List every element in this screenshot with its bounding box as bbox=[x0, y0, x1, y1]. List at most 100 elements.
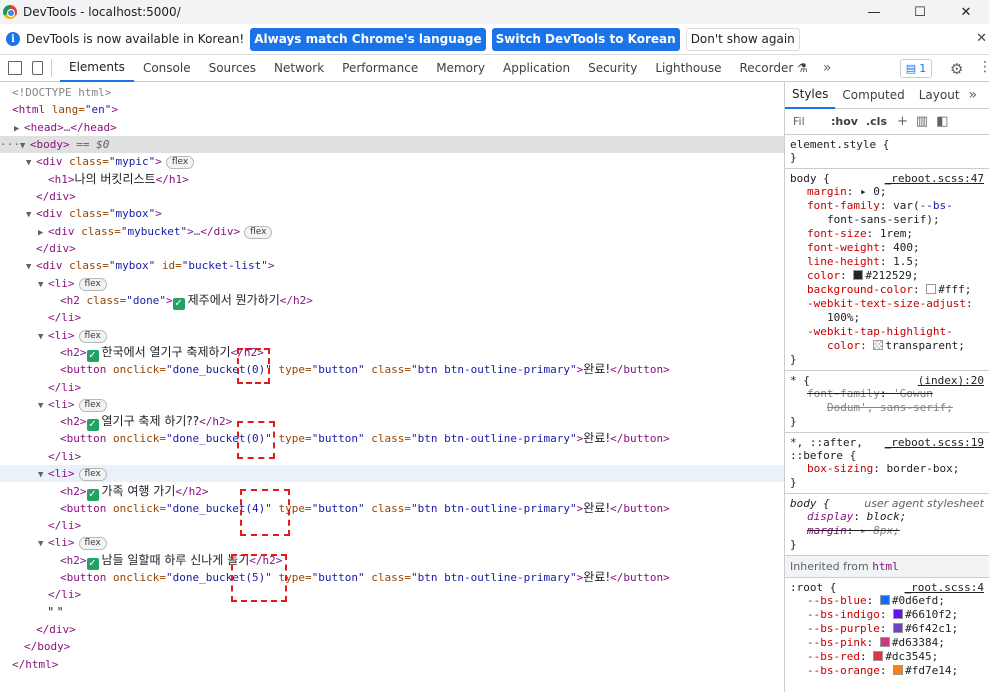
css-declaration[interactable]: font-size: 1rem; bbox=[790, 227, 989, 241]
body-reboot-rule[interactable]: body { _reboot.scss:47 margin: ▸ 0; font… bbox=[785, 169, 989, 371]
css-declaration[interactable]: -webkit-text-size-adjust: bbox=[790, 297, 989, 311]
cls-toggle[interactable]: .cls bbox=[866, 115, 887, 128]
css-declaration-overridden[interactable]: margin: ▸ 8px; bbox=[790, 524, 989, 538]
tab-console[interactable]: Console bbox=[134, 55, 200, 82]
css-declaration[interactable]: box-sizing: border-box; bbox=[790, 462, 989, 476]
tab-security[interactable]: Security bbox=[579, 55, 646, 82]
dom-line-div-close[interactable]: </div> bbox=[0, 621, 784, 638]
dom-line-button[interactable]: <button onclick="done_bucket(4)" type="b… bbox=[0, 500, 784, 517]
flex-badge[interactable]: flex bbox=[78, 330, 107, 343]
new-rule-plus-icon[interactable]: + bbox=[897, 114, 908, 129]
dom-line-body[interactable]: ···▼ <body> == $0 bbox=[0, 136, 784, 153]
color-swatch[interactable] bbox=[893, 665, 904, 675]
color-swatch[interactable] bbox=[893, 623, 904, 633]
dom-line-li-close[interactable]: </li> bbox=[0, 309, 784, 326]
collapse-triangle-icon[interactable]: ▼ bbox=[38, 536, 48, 553]
infobar-close-icon[interactable]: ✕ bbox=[976, 31, 987, 46]
flex-badge[interactable]: flex bbox=[244, 226, 273, 239]
flex-badge[interactable]: flex bbox=[78, 468, 107, 481]
flex-badge[interactable]: flex bbox=[78, 278, 107, 291]
css-declaration[interactable]: margin: ▸ 0; bbox=[790, 185, 989, 199]
css-declaration[interactable]: color: #212529; bbox=[790, 269, 989, 283]
tab-network[interactable]: Network bbox=[265, 55, 333, 82]
css-variable[interactable]: --bs-orange: #fd7e14; bbox=[790, 664, 989, 678]
star-rule[interactable]: * { (index):20 font-family: 'Gowun Dodum… bbox=[785, 371, 989, 433]
more-options-icon[interactable]: ⋮ bbox=[978, 59, 989, 75]
minimize-button[interactable]: — bbox=[851, 0, 897, 24]
rule-source-link[interactable]: (index):20 bbox=[918, 374, 984, 387]
tab-lighthouse[interactable]: Lighthouse bbox=[646, 55, 730, 82]
dom-line-li[interactable]: ▼ <li> flex bbox=[0, 327, 784, 344]
switch-korean-button[interactable]: Switch DevTools to Korean bbox=[491, 27, 680, 51]
dom-line-button[interactable]: <button onclick="done_bucket(0)" type="b… bbox=[0, 430, 784, 447]
dom-line-button[interactable]: <button onclick="done_bucket(0)" type="b… bbox=[0, 361, 784, 378]
device-toolbar-icon[interactable] bbox=[32, 61, 43, 75]
dom-line-html-close[interactable]: </html> bbox=[0, 656, 784, 673]
dom-line-html[interactable]: <html lang="en"> bbox=[0, 101, 784, 118]
rule-source-link[interactable]: _reboot.scss:19 bbox=[885, 436, 984, 449]
match-language-button[interactable]: Always match Chrome's language bbox=[250, 27, 486, 51]
dom-line-button[interactable]: <button onclick="done_bucket(5)" type="b… bbox=[0, 569, 784, 586]
dom-line-li-close[interactable]: </li> bbox=[0, 379, 784, 396]
more-tabs-icon[interactable]: » bbox=[823, 60, 832, 76]
color-swatch[interactable] bbox=[873, 651, 884, 661]
more-sidebar-tabs-icon[interactable]: » bbox=[969, 87, 978, 103]
node-menu-icon[interactable]: ··· bbox=[0, 138, 20, 151]
dom-line-div-mybucket[interactable]: ▶ <div class="mybucket">…</div> flex bbox=[0, 223, 784, 240]
css-declaration[interactable]: -webkit-tap-highlight- bbox=[790, 325, 989, 339]
tab-recorder[interactable]: Recorder ⚗ bbox=[731, 55, 817, 82]
css-variable[interactable]: --bs-indigo: #6610f2; bbox=[790, 608, 989, 622]
color-swatch[interactable] bbox=[853, 270, 864, 280]
tab-memory[interactable]: Memory bbox=[427, 55, 494, 82]
color-swatch[interactable] bbox=[879, 637, 890, 647]
css-declaration[interactable]: font-weight: 400; bbox=[790, 241, 989, 255]
css-declaration[interactable]: display: block; bbox=[790, 510, 989, 524]
dom-line-head[interactable]: ▶ <head>…</head> bbox=[0, 119, 784, 136]
color-swatch[interactable] bbox=[893, 609, 904, 619]
root-rule[interactable]: :root { _root.scss:4 --bs-blue: #0d6efd;… bbox=[785, 578, 989, 681]
css-declaration[interactable]: line-height: 1.5; bbox=[790, 255, 989, 269]
dom-line-text-node[interactable]: " " bbox=[0, 604, 784, 621]
dom-line-li[interactable]: ▼ <li> flex bbox=[0, 275, 784, 292]
dom-line-li-close[interactable]: </li> bbox=[0, 517, 784, 534]
color-swatch[interactable] bbox=[879, 595, 890, 605]
dom-line-h2-done[interactable]: <h2 class="done"> ✓ 제주에서 뭔가하기</h2> bbox=[0, 292, 784, 310]
tab-application[interactable]: Application bbox=[494, 55, 579, 82]
flex-badge[interactable]: flex bbox=[78, 399, 107, 412]
tab-performance[interactable]: Performance bbox=[333, 55, 427, 82]
maximize-button[interactable]: ☐ bbox=[897, 0, 943, 24]
tab-computed[interactable]: Computed bbox=[835, 82, 911, 109]
flex-badge[interactable]: flex bbox=[78, 537, 107, 550]
inherited-tag-link[interactable]: html bbox=[872, 560, 899, 573]
collapse-triangle-icon[interactable]: ▼ bbox=[38, 467, 48, 484]
dom-line-div-bucket-list[interactable]: ▼ <div class="mybox" id="bucket-list"> bbox=[0, 257, 784, 274]
hov-toggle[interactable]: :hov bbox=[831, 115, 858, 128]
dom-line-li-hovered[interactable]: ▼ <li> flex bbox=[0, 465, 784, 482]
tab-styles[interactable]: Styles bbox=[785, 82, 836, 109]
close-window-button[interactable]: ✕ bbox=[943, 0, 989, 24]
css-declaration[interactable]: background-color: #fff; bbox=[790, 283, 989, 297]
flex-badge[interactable]: flex bbox=[165, 156, 195, 169]
dom-line-div-mypic[interactable]: ▼ <div class="mypic"> flex bbox=[0, 153, 784, 170]
css-variable[interactable]: --bs-red: #dc3545; bbox=[790, 650, 989, 664]
tab-layout[interactable]: Layout bbox=[912, 82, 967, 109]
inspect-element-icon[interactable] bbox=[8, 61, 22, 75]
dom-line-h1[interactable]: <h1>나의 버킷리스트</h1> bbox=[0, 171, 784, 188]
color-swatch[interactable] bbox=[926, 284, 937, 294]
dom-line-li-close[interactable]: </li> bbox=[0, 586, 784, 603]
dom-line-div-close[interactable]: </div> bbox=[0, 240, 784, 257]
user-agent-rule[interactable]: body { user agent stylesheet display: bl… bbox=[785, 494, 989, 556]
dom-line-div-mybox[interactable]: ▼ <div class="mybox"> bbox=[0, 205, 784, 222]
dom-line-h2[interactable]: <h2> ✓ 남들 일할때 하루 신나게 놀기</h2> bbox=[0, 552, 784, 570]
dont-show-again-button[interactable]: Don't show again bbox=[685, 27, 800, 51]
color-swatch[interactable] bbox=[873, 340, 884, 350]
pseudo-reboot-rule[interactable]: *, ::after, _reboot.scss:19 ::before { b… bbox=[785, 433, 989, 494]
dom-line-li[interactable]: ▼ <li> flex bbox=[0, 534, 784, 551]
toggle-sidebar-icon[interactable]: ◧ bbox=[936, 114, 948, 129]
dom-line-li-close[interactable]: </li> bbox=[0, 448, 784, 465]
css-declaration-overridden[interactable]: font-family: 'Gowun bbox=[790, 387, 989, 401]
collapse-triangle-icon[interactable]: ▼ bbox=[26, 259, 36, 276]
dom-line-h2[interactable]: <h2> ✓ 열기구 축제 하기??</h2> bbox=[0, 413, 784, 431]
collapse-triangle-icon[interactable]: ▼ bbox=[26, 155, 36, 172]
css-declaration[interactable]: font-family: var(--bs- bbox=[790, 199, 989, 213]
